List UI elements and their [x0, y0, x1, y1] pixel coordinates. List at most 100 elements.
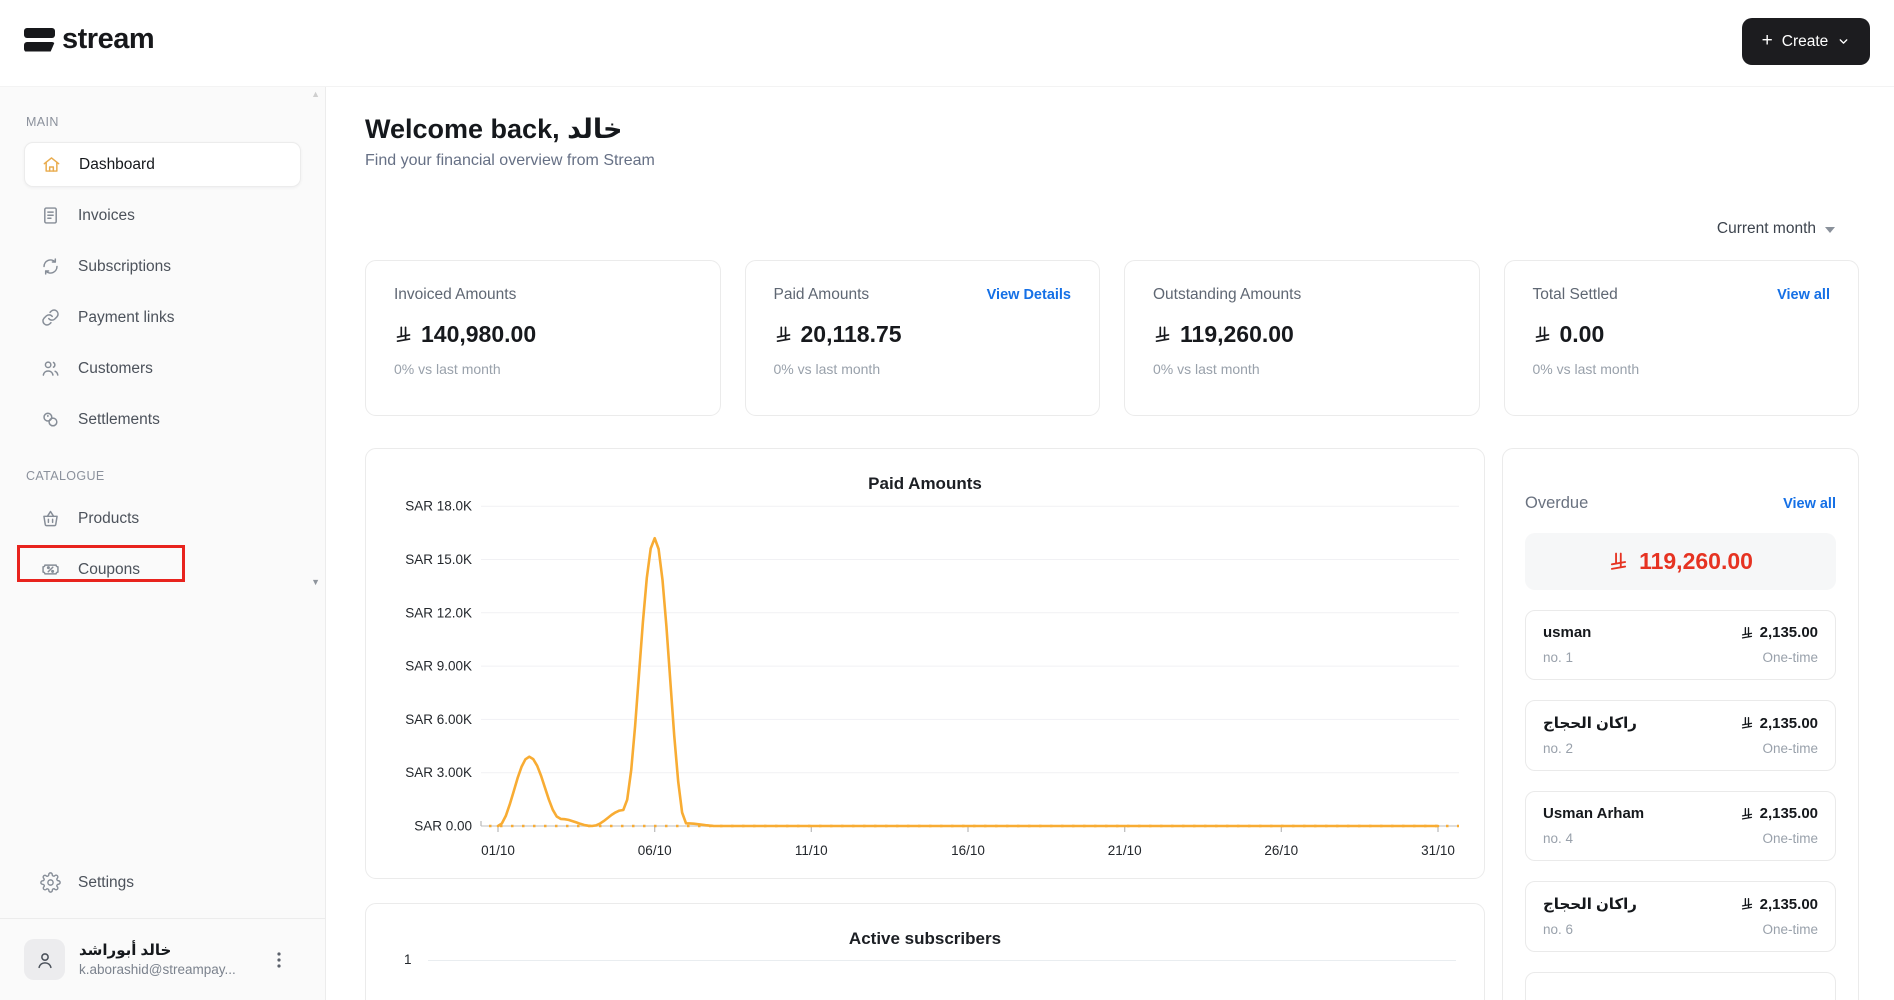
stream-logo-icon [24, 27, 55, 52]
overdue-item[interactable]: راكان الحجاج 2,135.00 no. 2 One-time [1525, 700, 1836, 771]
profile-name: خالد أبوراشد [79, 941, 172, 959]
svg-text:SAR 18.0K: SAR 18.0K [405, 499, 472, 514]
riyal-currency-icon [1533, 325, 1552, 344]
svg-text:SAR 15.0K: SAR 15.0K [405, 552, 472, 567]
page-title: Welcome back, خالد [365, 114, 623, 144]
riyal-currency-icon [1740, 716, 1754, 730]
sidebar-section-main: MAIN [26, 115, 59, 129]
page-subtitle: Find your financial overview from Stream [365, 152, 655, 169]
sidebar-item-subscriptions[interactable]: Subscriptions [24, 244, 301, 289]
sidebar-item-label: Subscriptions [78, 257, 172, 275]
svg-text:SAR 9.00K: SAR 9.00K [405, 659, 472, 674]
overdue-item-amount: 2,135.00 [1759, 895, 1818, 913]
sync-arrows-icon [40, 256, 61, 277]
overdue-total: 119,260.00 [1525, 533, 1836, 590]
overdue-item-ref: no. 1 [1543, 650, 1574, 665]
profile-email: k.aborashid@streampay... [79, 962, 236, 978]
stat-card-value: 119,260.00 [1180, 321, 1294, 347]
active-subscribers-chart-card: Active subscribers 1 [365, 903, 1485, 1000]
svg-text:06/10: 06/10 [638, 843, 672, 858]
paid-amounts-line-chart: SAR 0.00 SAR 3.00K SAR 6.00K SAR 9.00K SAR 1… [405, 499, 1459, 858]
riyal-currency-icon [774, 325, 793, 344]
sidebar-item-settings[interactable]: Settings [24, 860, 301, 905]
overdue-item-amount: 2,135.00 [1759, 805, 1818, 822]
sidebar-item-coupons[interactable]: Coupons [24, 547, 301, 592]
period-selector-value: Current month [1716, 220, 1816, 237]
y-axis-tick-label: 1 [404, 952, 412, 967]
overdue-item-amount: 2,135.00 [1759, 624, 1818, 641]
sidebar-item-label: Settings [78, 873, 135, 891]
create-button[interactable]: + Create [1742, 18, 1870, 65]
create-button-label: Create [1781, 32, 1829, 50]
sidebar-item-label: Payment links [78, 308, 175, 326]
home-icon [41, 154, 62, 175]
stat-cards-row: Invoiced Amounts 140,980.00 0% vs last m… [365, 260, 1859, 416]
chevron-down-icon [1839, 39, 1848, 44]
svg-text:SAR 12.0K: SAR 12.0K [405, 605, 472, 620]
sidebar-item-label: Invoices [78, 206, 135, 224]
svg-text:16/10: 16/10 [951, 843, 985, 858]
coupon-ticket-icon [40, 559, 61, 580]
stat-card-subtext: 0% vs last month [394, 361, 501, 377]
main-content: Welcome back, خالد Find your financial o… [326, 87, 1894, 1000]
stat-card-outstanding: Outstanding Amounts 119,260.00 0% vs las… [1124, 260, 1480, 416]
view-all-link[interactable]: View all [1777, 287, 1830, 303]
sidebar-item-customers[interactable]: Customers [24, 346, 301, 391]
sidebar-item-products[interactable]: Products [24, 496, 301, 541]
svg-text:26/10: 26/10 [1264, 843, 1298, 858]
stat-card-subtext: 0% vs last month [773, 361, 881, 377]
stat-card-value: 20,118.75 [800, 321, 902, 347]
stat-card-label: Invoiced Amounts [394, 286, 517, 303]
stat-card-subtext: 0% vs last month [1532, 361, 1640, 377]
overdue-item-type: One-time [1762, 650, 1818, 665]
sidebar-item-label: Coupons [78, 560, 141, 578]
stat-card-value: 0.00 [1559, 321, 1605, 347]
stat-card-total-settled: Total Settled View all 0.00 0% vs last m… [1503, 260, 1859, 416]
stream-logo: stream [24, 23, 155, 56]
plus-icon: + [1761, 30, 1773, 51]
view-all-link[interactable]: View all [1783, 496, 1836, 512]
overdue-item-partial[interactable] [1525, 972, 1836, 1000]
overdue-title: Overdue [1525, 494, 1589, 512]
view-details-link[interactable]: View Details [987, 287, 1071, 303]
sidebar-item-payment-links[interactable]: Payment links [24, 295, 301, 340]
overdue-item-name: راكان الحجاج [1543, 896, 1637, 913]
stat-card-label: Paid Amounts [773, 286, 870, 303]
stat-card-paid: Paid Amounts View Details 20,118.75 0% v… [744, 260, 1100, 416]
riyal-currency-icon [1153, 325, 1172, 344]
sidebar-item-dashboard[interactable]: Dashboard [24, 142, 301, 187]
riyal-currency-icon [1608, 551, 1629, 572]
overdue-item[interactable]: Usman Arham 2,135.00 no. 4 One-time [1525, 791, 1836, 861]
overdue-item-type: One-time [1762, 922, 1818, 937]
basket-icon [40, 508, 61, 529]
period-selector[interactable]: Current month [1717, 220, 1835, 238]
stat-card-label: Outstanding Amounts [1153, 286, 1302, 303]
sidebar-item-settlements[interactable]: Settlements [24, 397, 301, 442]
svg-text:SAR 0.00: SAR 0.00 [414, 819, 472, 834]
riyal-currency-icon [1740, 897, 1754, 911]
top-header: stream + Create [0, 0, 1894, 87]
overdue-item-ref: no. 4 [1543, 831, 1574, 846]
overdue-item[interactable]: usman 2,135.00 no. 1 One-time [1525, 610, 1836, 680]
overdue-panel: Overdue View all 119,260.00 usman 2,135.… [1502, 448, 1859, 1000]
overdue-item-name: Usman Arham [1543, 805, 1645, 822]
invoice-document-icon [40, 205, 61, 226]
gear-icon [40, 872, 61, 893]
riyal-currency-icon [394, 325, 413, 344]
stat-card-subtext: 0% vs last month [1153, 361, 1260, 377]
sidebar-item-label: Dashboard [79, 155, 155, 173]
overdue-item[interactable]: راكان الحجاج 2,135.00 no. 6 One-time [1525, 881, 1836, 952]
svg-text:21/10: 21/10 [1108, 843, 1142, 858]
user-profile[interactable]: خالد أبوراشد k.aborashid@streampay... [0, 918, 325, 1000]
users-icon [40, 358, 61, 379]
overdue-item-amount: 2,135.00 [1759, 714, 1818, 732]
overdue-item-name: راكان الحجاج [1543, 715, 1637, 732]
chain-link-icon [40, 307, 61, 328]
stream-logo-text: stream [62, 23, 155, 55]
kebab-menu-icon[interactable] [271, 951, 287, 969]
coins-icon [40, 409, 61, 430]
sidebar-item-label: Customers [78, 359, 153, 377]
sidebar-item-invoices[interactable]: Invoices [24, 193, 301, 238]
person-icon [37, 952, 52, 968]
sidebar-item-label: Settlements [78, 410, 160, 428]
